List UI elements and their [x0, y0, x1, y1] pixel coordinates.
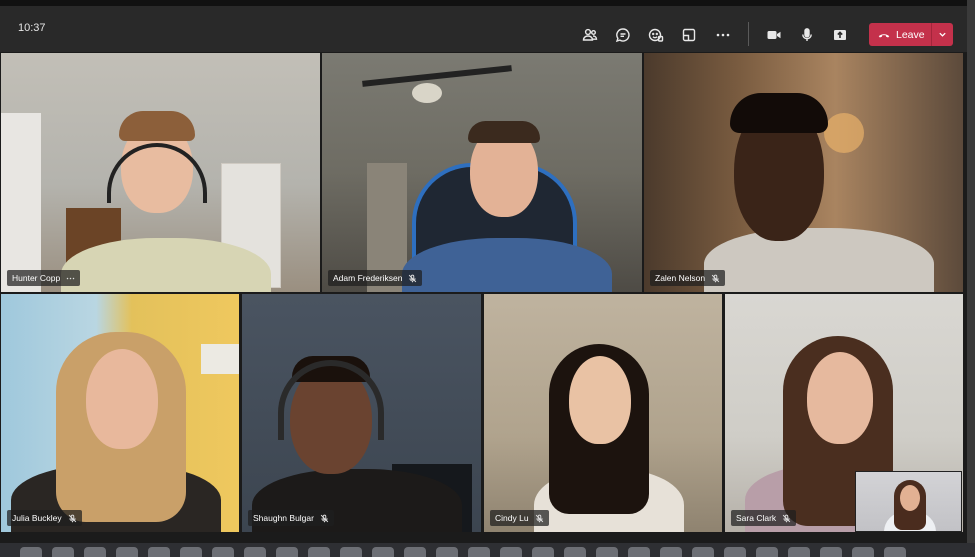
participant-nametag: Cindy Lu — [490, 510, 549, 526]
taskbar-app-icon[interactable] — [468, 547, 490, 557]
call-toolbar: 10:37 Leave — [0, 0, 967, 52]
mic-icon — [802, 28, 812, 41]
share-icon — [834, 30, 846, 40]
taskbar — [0, 543, 975, 557]
person-hair — [119, 111, 195, 141]
taskbar-app-icon[interactable] — [756, 547, 778, 557]
participant-nametag: Shaughn Bulgar — [248, 510, 334, 526]
participant-name: Sara Clark — [736, 513, 777, 523]
taskbar-app-icon[interactable] — [596, 547, 618, 557]
call-timer: 10:37 — [18, 22, 46, 34]
taskbar-app-icon[interactable] — [404, 547, 426, 557]
video-tile[interactable]: Hunter Copp — [1, 53, 320, 292]
taskbar-app-icon[interactable] — [500, 547, 522, 557]
participant-nametag: Hunter Copp — [7, 270, 81, 286]
taskbar-app-icon[interactable] — [244, 547, 266, 557]
taskbar-app-icon[interactable] — [20, 547, 42, 557]
chat-button[interactable] — [609, 21, 637, 49]
mic-button[interactable] — [793, 21, 821, 49]
muted-mic-icon — [535, 514, 543, 522]
participant-name: Hunter Copp — [12, 273, 61, 283]
taskbar-app-icon[interactable] — [372, 547, 394, 557]
muted-mic-icon — [711, 274, 720, 282]
reactions-button[interactable] — [642, 21, 670, 49]
person-body — [704, 228, 934, 292]
taskbar-app-icon[interactable] — [276, 547, 298, 557]
hang-up-icon — [878, 33, 890, 37]
meeting-window: 10:37 Leave Hunter Copp Adam Frederiksen… — [0, 0, 975, 557]
camera-button[interactable] — [760, 21, 788, 49]
video-tile[interactable]: Zalen Nelson — [644, 53, 963, 292]
participant-name: Shaughn Bulgar — [253, 513, 314, 523]
participant-nametag: Sara Clark — [731, 510, 797, 526]
taskbar-app-icon[interactable] — [820, 547, 842, 557]
toolbar-divider — [748, 22, 749, 46]
taskbar-app-icon[interactable] — [436, 547, 458, 557]
reactions-icon — [648, 28, 664, 42]
taskbar-app-icon[interactable] — [212, 547, 234, 557]
taskbar-app-icon[interactable] — [884, 547, 906, 557]
taskbar-app-icon[interactable] — [724, 547, 746, 557]
self-view[interactable] — [855, 471, 962, 532]
more-icon — [716, 33, 730, 37]
participants-button[interactable] — [576, 21, 604, 49]
chat-icon — [615, 28, 630, 43]
ceiling-light — [412, 83, 442, 103]
chevron-down-icon — [939, 32, 946, 37]
participant-name: Julia Buckley — [12, 513, 62, 523]
taskbar-app-icon[interactable] — [84, 547, 106, 557]
taskbar-app-icon[interactable] — [564, 547, 586, 557]
participant-name: Adam Frederiksen — [333, 273, 403, 283]
taskbar-app-icon[interactable] — [852, 547, 874, 557]
leave-label: Leave — [896, 28, 925, 41]
video-tile[interactable]: Adam Frederiksen — [322, 53, 642, 292]
more-actions-button[interactable] — [709, 21, 737, 49]
shelf — [201, 344, 239, 374]
taskbar-app-icon[interactable] — [148, 547, 170, 557]
person-face — [807, 352, 873, 444]
person-face — [569, 356, 631, 444]
taskbar-app-icon[interactable] — [628, 547, 650, 557]
muted-mic-icon — [68, 514, 76, 522]
more-icon[interactable] — [66, 274, 75, 283]
leave-options-button[interactable] — [932, 23, 953, 46]
video-tile[interactable]: Shaughn Bulgar — [242, 294, 481, 532]
taskbar-app-icon[interactable] — [180, 547, 202, 557]
participant-name: Zalen Nelson — [655, 273, 706, 283]
taskbar-app-icon[interactable] — [308, 547, 330, 557]
participant-name: Cindy Lu — [495, 513, 529, 523]
person-face — [900, 485, 920, 511]
participants-icon — [582, 28, 598, 41]
video-tile[interactable]: Cindy Lu — [484, 294, 722, 532]
muted-mic-icon — [782, 514, 791, 522]
camera-icon — [767, 31, 781, 39]
lamp — [824, 113, 864, 153]
participant-nametag: Zalen Nelson — [650, 270, 726, 286]
muted-mic-icon — [409, 274, 417, 282]
share-button[interactable] — [826, 21, 854, 49]
taskbar-app-icon[interactable] — [692, 547, 714, 557]
taskbar-app-icon[interactable] — [788, 547, 810, 557]
taskbar-app-icon[interactable] — [532, 547, 554, 557]
participant-nametag: Julia Buckley — [7, 510, 82, 526]
taskbar-app-icon[interactable] — [660, 547, 682, 557]
person-face — [86, 349, 158, 449]
taskbar-app-icon[interactable] — [340, 547, 362, 557]
taskbar-app-icon[interactable] — [116, 547, 138, 557]
door — [1, 113, 41, 292]
rooms-button[interactable] — [675, 21, 703, 49]
rooms-icon — [682, 28, 696, 42]
participant-nametag: Adam Frederiksen — [328, 270, 423, 286]
person-hair — [730, 93, 828, 133]
muted-mic-icon — [320, 514, 329, 522]
leave-control: Leave — [869, 23, 953, 46]
leave-button[interactable]: Leave — [869, 23, 931, 46]
person-hair — [468, 121, 540, 143]
window-edge — [967, 0, 975, 557]
video-tile[interactable]: Julia Buckley — [1, 294, 239, 532]
taskbar-app-icon[interactable] — [52, 547, 74, 557]
